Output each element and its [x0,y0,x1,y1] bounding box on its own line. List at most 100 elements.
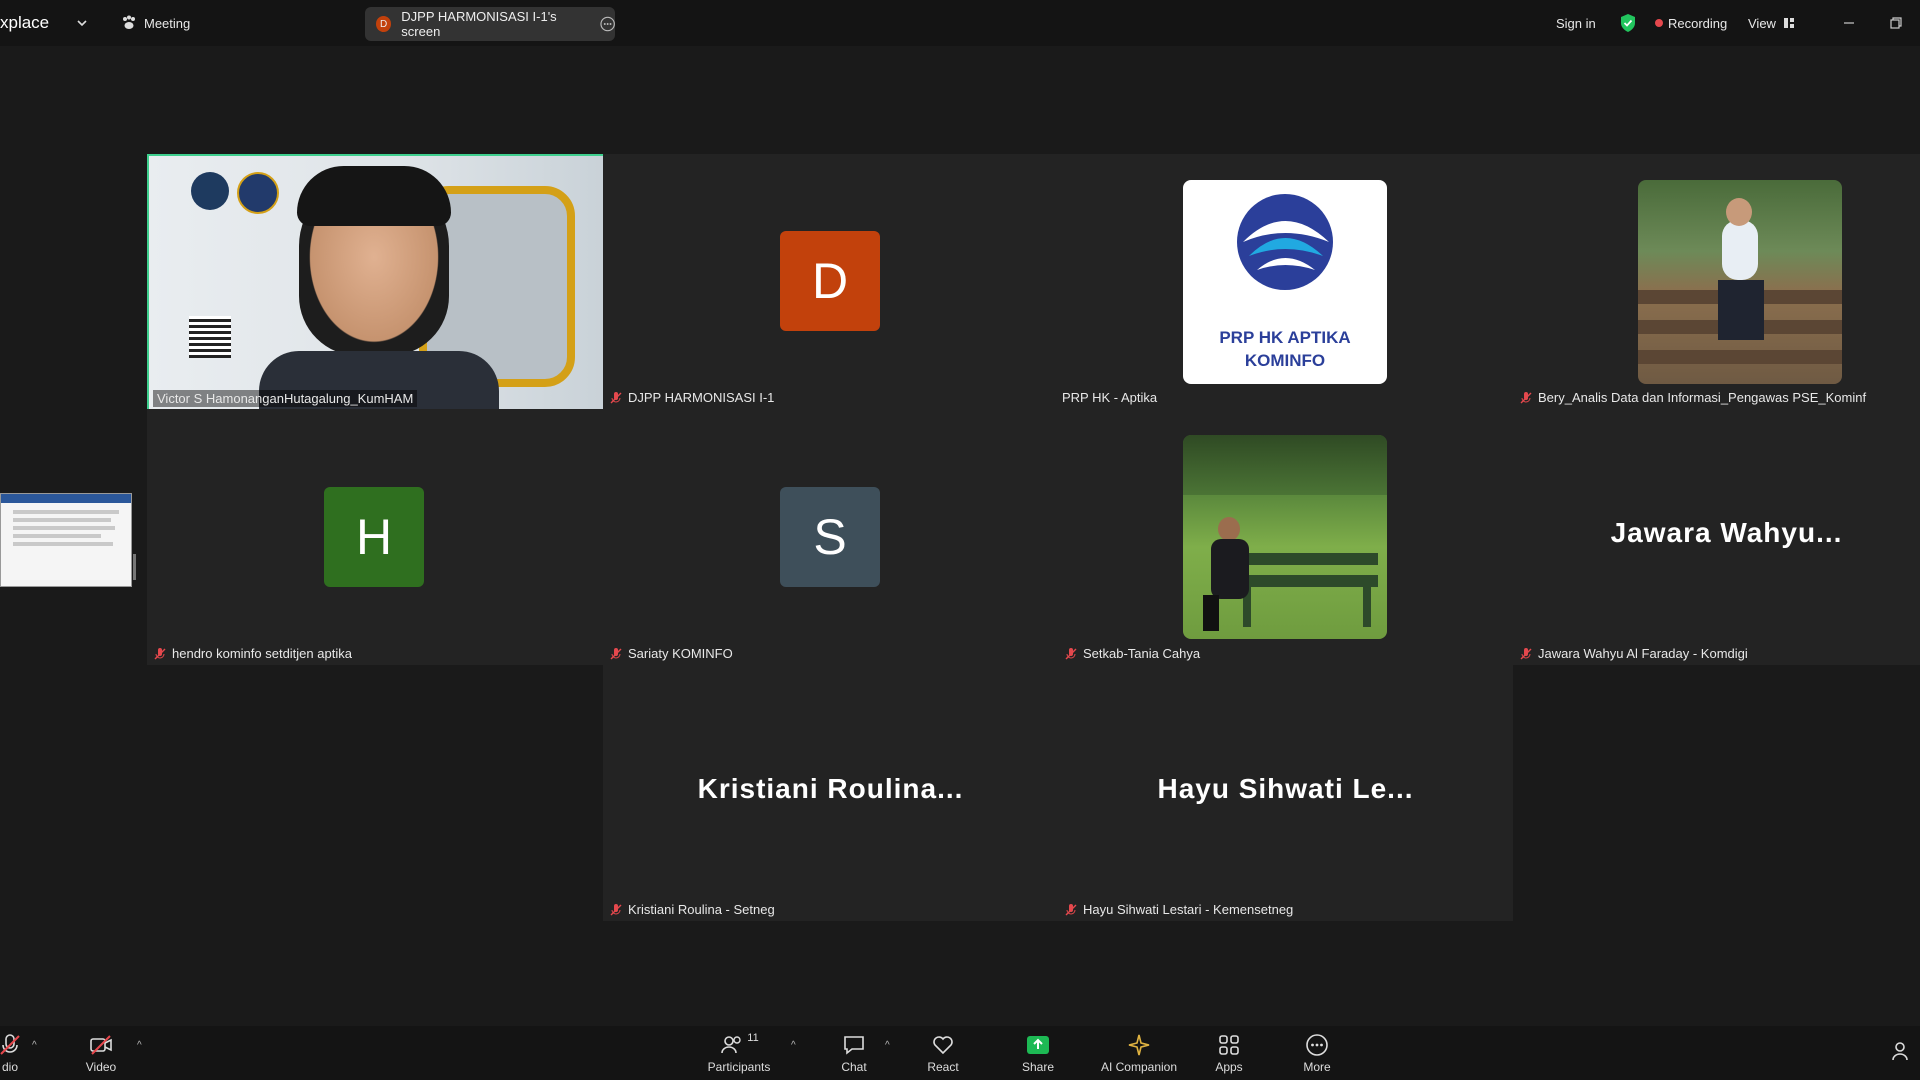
participant-tile-victor[interactable]: Victor S HamonanganHutagalung_KumHAM [147,154,605,411]
mic-muted-icon [154,647,166,659]
resize-handle[interactable] [133,554,136,580]
participant-name: Sariaty KOMINFO [628,646,733,661]
recording-indicator[interactable]: Recording [1655,0,1727,46]
shield-icon[interactable] [1619,0,1637,46]
top-bar: xplace Meeting D DJPP HARMONISASI I-1's … [0,0,1920,46]
audio-button[interactable]: dio [0,1026,50,1080]
meeting-button[interactable]: Meeting [120,0,190,46]
view-button[interactable]: View [1748,0,1796,46]
participant-name: Kristiani Roulina - Setneg [628,902,775,917]
restore-window-icon[interactable] [1889,0,1903,46]
djpp-logo-2 [237,172,279,214]
mic-muted-icon [1065,903,1077,915]
apps-icon [1219,1035,1239,1055]
more-icon [1306,1034,1328,1056]
view-label: View [1748,15,1776,31]
participant-name: Victor S HamonanganHutagalung_KumHAM [157,391,414,406]
participant-name-label: Sariaty KOMINFO [609,646,733,661]
logo-line-1: PRP HK APTIKA [1219,328,1351,347]
paw-icon [123,15,135,29]
participant-name-label: Victor S HamonanganHutagalung_KumHAM [153,390,418,407]
video-label: Video [85,1060,117,1074]
participant-name-label: Setkab-Tania Cahya [1064,646,1200,661]
display-name: Hayu Sihwati Le... [1157,773,1414,804]
kominfo-emblem-icon [1237,194,1333,290]
participant-name: Bery_Analis Data dan Informasi_Pengawas … [1538,390,1867,405]
participants-label: Participants [707,1060,771,1074]
participant-tile-bery[interactable]: Bery_Analis Data dan Informasi_Pengawas … [1513,154,1920,409]
participant-tile-tania[interactable]: Setkab-Tania Cahya [1058,409,1513,665]
participant-tile-jawara[interactable]: Jawara Wahyu... Jawara Wahyu Al Faraday … [1513,409,1920,665]
share-avatar: D [376,16,392,32]
participant-name: Jawara Wahyu Al Faraday - Komdigi [1538,646,1748,661]
participant-tile-hayu[interactable]: Hayu Sihwati Le... Hayu Sihwati Lestari … [1058,665,1513,921]
screen-share-indicator[interactable]: D DJPP HARMONISASI I-1's screen [365,7,615,41]
participant-tile-djpp[interactable]: D DJPP HARMONISASI I-1 [603,154,1058,409]
participant-tile-kristiani[interactable]: Kristiani Roulina... Kristiani Roulina -… [603,665,1058,921]
meeting-toolbar: dio ^ Video ^ 11 Participants ^ Chat ^ R… [0,1026,1920,1080]
sparkle-icon [1128,1034,1150,1056]
share-button[interactable]: Share [998,1026,1078,1080]
react-label: React [927,1060,959,1074]
minimize-icon[interactable] [1842,0,1856,46]
meeting-label: Meeting [144,15,191,31]
participants-button[interactable]: 11 Participants [699,1026,779,1080]
chat-label: Chat [841,1060,867,1074]
mic-muted-icon [610,391,622,403]
apps-label: Apps [1215,1060,1243,1074]
participants-icon [721,1036,741,1054]
more-button[interactable]: More [1277,1026,1357,1080]
recording-label: Recording [1668,15,1728,31]
share-label: Share [1021,1060,1055,1074]
app-label: xplace [0,13,50,32]
chevron-up-icon[interactable]: ^ [791,1040,796,1051]
participant-tile-prp-hk[interactable]: PRP HK APTIKA KOMINFO PRP HK - Aptika [1058,154,1513,409]
participant-name-label: Bery_Analis Data dan Informasi_Pengawas … [1519,390,1866,405]
grid-view-icon [1783,18,1794,28]
react-button[interactable]: React [903,1026,983,1080]
audio-label: dio [1,1060,18,1074]
participant-name: DJPP HARMONISASI I-1 [628,390,775,405]
leave-button[interactable] [1880,1026,1920,1080]
mic-muted-icon [0,1034,20,1055]
participant-tile-hendro[interactable]: H hendro kominfo setditjen aptika [147,409,603,665]
chevron-up-icon[interactable]: ^ [885,1040,890,1051]
people-icon [1892,1042,1908,1061]
participant-name-label: Jawara Wahyu Al Faraday - Komdigi [1519,646,1748,661]
heart-icon [933,1036,953,1055]
participant-name: Hayu Sihwati Lestari - Kemensetneg [1083,902,1294,917]
avatar: H [324,487,424,587]
qr-code [189,316,231,358]
sign-in-link[interactable]: Sign in [1556,0,1596,46]
kominfo-logo: PRP HK APTIKA KOMINFO [1183,180,1387,384]
shared-screen-thumbnail[interactable] [0,493,132,587]
profile-photo [1183,435,1387,639]
avatar: D [780,231,880,331]
chevron-down-icon[interactable] [76,0,88,46]
display-name: Jawara Wahyu... [1610,517,1843,548]
mic-muted-icon [610,903,622,915]
more-options-icon[interactable] [600,16,615,32]
participant-name-label: DJPP HARMONISASI I-1 [609,390,774,405]
participant-name: hendro kominfo setditjen aptika [172,646,352,661]
chat-button[interactable]: Chat [814,1026,894,1080]
chevron-up-icon[interactable]: ^ [137,1040,142,1051]
profile-photo [1638,180,1842,384]
avatar: S [780,487,880,587]
mic-muted-icon [1520,391,1532,403]
mic-muted-icon [610,647,622,659]
share-screen-icon [1027,1036,1049,1054]
mic-muted-icon [1520,647,1532,659]
display-name: Kristiani Roulina... [697,773,964,804]
chat-icon [844,1036,864,1055]
ai-companion-button[interactable]: AI Companion [1089,1026,1189,1080]
video-button[interactable]: Video [61,1026,141,1080]
participant-tile-sariaty[interactable]: S Sariaty KOMINFO [603,409,1058,665]
chevron-up-icon[interactable]: ^ [32,1040,37,1051]
participant-name-label: hendro kominfo setditjen aptika [153,646,352,661]
participant-name-label: Kristiani Roulina - Setneg [609,902,775,917]
more-label: More [1303,1060,1331,1074]
djpp-logo [191,172,229,210]
participant-name-label: PRP HK - Aptika [1062,390,1157,405]
apps-button[interactable]: Apps [1189,1026,1269,1080]
